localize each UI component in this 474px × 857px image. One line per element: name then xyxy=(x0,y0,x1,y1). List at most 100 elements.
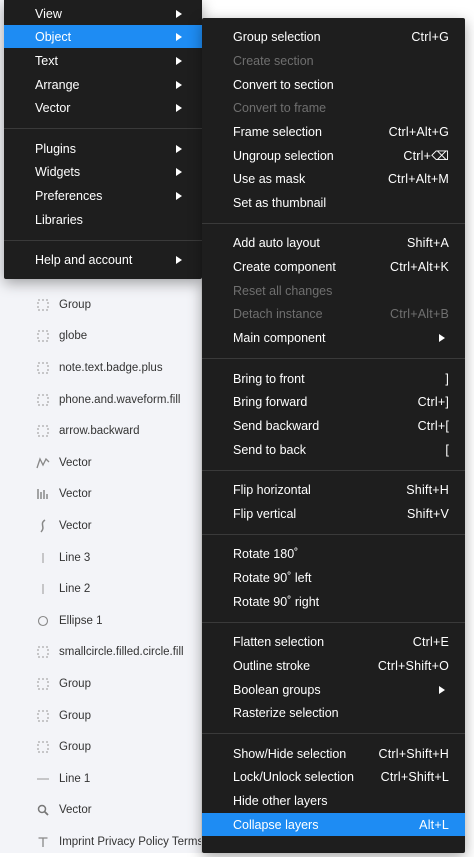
shortcut-label: Shift+A xyxy=(406,235,449,250)
chevron-right-icon xyxy=(176,191,182,200)
ungroup-selection-item[interactable]: Ungroup selection Ctrl+⌫ xyxy=(202,144,465,167)
layer-row[interactable]: Ellipse 1 xyxy=(0,605,201,636)
collapse-layers-item[interactable]: Collapse layers Alt+L xyxy=(202,813,465,836)
convert-to-frame-item[interactable]: Convert to frame xyxy=(202,96,465,119)
flip-vertical-item[interactable]: Flip vertical Shift+V xyxy=(202,502,465,525)
layer-row[interactable]: Group xyxy=(0,668,201,699)
menu-item-widgets[interactable]: Widgets xyxy=(4,160,202,183)
ellipse-icon xyxy=(35,613,51,629)
layer-row[interactable]: smallcircle.filled.circle.fill xyxy=(0,636,201,667)
main-menu: View Object Text Arrange Vector Plugins … xyxy=(4,0,202,279)
menu-item-view[interactable]: View xyxy=(4,2,202,25)
layer-label: phone.and.waveform.fill xyxy=(59,393,181,406)
reset-all-changes-item[interactable]: Reset all changes xyxy=(202,279,465,302)
layer-row[interactable]: Vector xyxy=(0,447,201,478)
menu-item-label: Outline stroke xyxy=(233,658,311,673)
menu-item-label: Create section xyxy=(233,53,314,68)
layer-row[interactable]: Vector xyxy=(0,794,201,825)
rotate-180-item[interactable]: Rotate 180˚ xyxy=(202,542,465,565)
hide-other-layers-item[interactable]: Hide other layers xyxy=(202,789,465,812)
send-to-back-item[interactable]: Send to back [ xyxy=(202,438,465,461)
layer-row[interactable]: note.text.badge.plus xyxy=(0,352,201,383)
layer-label: Group xyxy=(59,298,91,311)
flatten-selection-item[interactable]: Flatten selection Ctrl+E xyxy=(202,630,465,653)
layer-label: smallcircle.filled.circle.fill xyxy=(59,645,184,658)
layer-label: Group xyxy=(59,709,91,722)
menu-item-object[interactable]: Object xyxy=(4,25,202,48)
menu-item-label: Bring forward xyxy=(233,394,308,409)
menu-item-libraries[interactable]: Libraries xyxy=(4,208,202,231)
layer-row[interactable]: Line 2 xyxy=(0,573,201,604)
layer-row[interactable]: arrow.backward xyxy=(0,415,201,446)
lock-unlock-selection-item[interactable]: Lock/Unlock selection Ctrl+Shift+L xyxy=(202,765,465,788)
group-selection-item[interactable]: Group selection Ctrl+G xyxy=(202,25,465,48)
menu-item-preferences[interactable]: Preferences xyxy=(4,184,202,207)
layer-row[interactable]: Imprint Privacy Policy Terms xyxy=(0,826,201,857)
menu-item-label: Ungroup selection xyxy=(233,148,334,163)
layer-label: Line 3 xyxy=(59,551,91,564)
chevron-right-icon xyxy=(176,144,182,153)
dashed-frame-icon xyxy=(35,360,51,376)
detach-instance-item[interactable]: Detach instance Ctrl+Alt+B xyxy=(202,302,465,325)
use-as-mask-item[interactable]: Use as mask Ctrl+Alt+M xyxy=(202,167,465,190)
vector-wave-icon xyxy=(35,455,51,471)
layer-row[interactable]: Line 1 xyxy=(0,763,201,794)
menu-divider xyxy=(202,534,465,535)
menu-item-help-and-account[interactable]: Help and account xyxy=(4,248,202,271)
rotate-90-right-item[interactable]: Rotate 90˚ right xyxy=(202,590,465,613)
menu-item-vector[interactable]: Vector xyxy=(4,96,202,119)
menu-item-label: Object xyxy=(35,29,72,44)
frame-selection-item[interactable]: Frame selection Ctrl+Alt+G xyxy=(202,120,465,143)
menu-item-plugins[interactable]: Plugins xyxy=(4,137,202,160)
layer-row[interactable]: Line 3 xyxy=(0,542,201,573)
layer-label: arrow.backward xyxy=(59,424,140,437)
layer-row[interactable]: phone.and.waveform.fill xyxy=(0,384,201,415)
show-hide-selection-item[interactable]: Show/Hide selection Ctrl+Shift+H xyxy=(202,742,465,765)
menu-item-label: Rotate 90˚ left xyxy=(233,570,312,585)
menu-item-label: Plugins xyxy=(35,141,76,156)
rotate-90-left-item[interactable]: Rotate 90˚ left xyxy=(202,566,465,589)
menu-item-label: Help and account xyxy=(35,252,133,267)
shortcut-label: Ctrl+[ xyxy=(417,418,449,433)
layer-label: note.text.badge.plus xyxy=(59,361,163,374)
flip-horizontal-item[interactable]: Flip horizontal Shift+H xyxy=(202,478,465,501)
shortcut-label: Ctrl+Alt+K xyxy=(390,259,449,274)
shortcut-label: Ctrl+Shift+L xyxy=(380,769,449,784)
layer-row[interactable]: Vector xyxy=(0,510,201,541)
shortcut-label: Ctrl+] xyxy=(417,394,449,409)
menu-item-label: Lock/Unlock selection xyxy=(233,769,354,784)
menu-item-label: Send to back xyxy=(233,442,306,457)
menu-item-label: Show/Hide selection xyxy=(233,746,347,761)
rasterize-selection-item[interactable]: Rasterize selection xyxy=(202,701,465,724)
set-as-thumbnail-item[interactable]: Set as thumbnail xyxy=(202,191,465,214)
convert-to-section-item[interactable]: Convert to section xyxy=(202,73,465,96)
layer-label: Vector xyxy=(59,487,92,500)
layer-label: globe xyxy=(59,329,88,342)
menu-item-text[interactable]: Text xyxy=(4,49,202,72)
layer-row[interactable]: Group xyxy=(0,700,201,731)
bring-to-front-item[interactable]: Bring to front ] xyxy=(202,367,465,390)
dashed-frame-icon xyxy=(35,423,51,439)
shortcut-label: Ctrl+Shift+H xyxy=(378,746,449,761)
chevron-right-icon xyxy=(176,9,182,18)
layer-row[interactable]: Group xyxy=(0,731,201,762)
boolean-groups-item[interactable]: Boolean groups xyxy=(202,678,465,701)
chevron-right-icon xyxy=(176,32,182,41)
outline-stroke-item[interactable]: Outline stroke Ctrl+Shift+O xyxy=(202,654,465,677)
send-backward-item[interactable]: Send backward Ctrl+[ xyxy=(202,414,465,437)
horizontal-line-icon xyxy=(35,771,51,787)
layer-row[interactable]: Vector xyxy=(0,478,201,509)
main-component-item[interactable]: Main component xyxy=(202,326,465,349)
menu-item-arrange[interactable]: Arrange xyxy=(4,73,202,96)
dashed-frame-icon xyxy=(35,392,51,408)
vertical-line-icon xyxy=(35,581,51,597)
chevron-right-icon xyxy=(176,103,182,112)
menu-item-label: Collapse layers xyxy=(233,817,319,832)
create-component-item[interactable]: Create component Ctrl+Alt+K xyxy=(202,255,465,278)
add-auto-layout-item[interactable]: Add auto layout Shift+A xyxy=(202,231,465,254)
menu-divider xyxy=(202,622,465,623)
bring-forward-item[interactable]: Bring forward Ctrl+] xyxy=(202,390,465,413)
create-section-item[interactable]: Create section xyxy=(202,49,465,72)
layer-row[interactable]: Group xyxy=(0,289,201,320)
layer-row[interactable]: globe xyxy=(0,320,201,351)
